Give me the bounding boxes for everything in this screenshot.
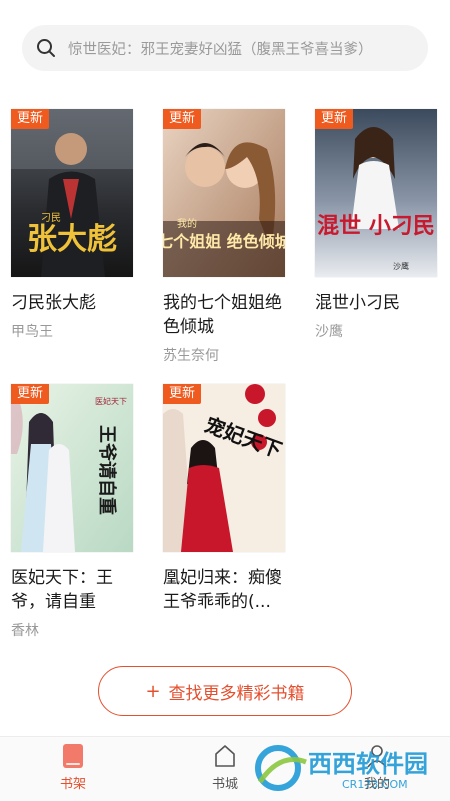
book-card[interactable]: 张大彪 刁民 更新 刁民张大彪 甲鸟王 [11, 109, 135, 341]
book-cover-image: 宠妃天下 [163, 384, 285, 552]
book-title: 刁民张大彪 [11, 293, 96, 313]
search-icon [37, 39, 55, 57]
book-author: 苏生奈何 [163, 348, 219, 364]
update-badge: 更新 [315, 109, 354, 129]
search-bar[interactable]: 惊世医妃：邪王宠妻好凶猛（腹黑王爷喜当爹） [22, 25, 428, 71]
book-cover-image: 混世 小刁民 沙鹰 [315, 109, 437, 277]
cover-subtitle-text: 刁民 [41, 212, 61, 224]
book-card[interactable]: 宠妃天下 更新 凰妃归来：痴傻王爷乖乖的(... [163, 384, 287, 614]
book-title: 医妃天下：王爷，请自重 [11, 568, 113, 612]
book-card[interactable]: 王爷请自重 医妃天下 更新 医妃天下：王爷，请自重 香林 [11, 384, 135, 640]
book-cover[interactable]: 七个姐姐 绝色倾城 我的 更新 [163, 109, 285, 277]
cover-title-text: 七个姐姐 绝色倾城 [163, 232, 285, 251]
book-cover-image: 七个姐姐 绝色倾城 我的 [163, 109, 285, 277]
find-more-label: 查找更多精彩书籍 [168, 683, 305, 704]
cover-title-text: 张大彪 [27, 222, 117, 257]
update-badge: 更新 [163, 109, 202, 129]
book-author: 甲鸟王 [11, 324, 53, 340]
cover-title-text: 王爷请自重 [96, 425, 118, 515]
bookshelf-icon [63, 744, 83, 768]
cover-subtitle-text: 沙鹰 [393, 261, 409, 271]
find-more-books-button[interactable]: + 查找更多精彩书籍 [98, 666, 352, 716]
tab-label: 书城 [211, 777, 238, 792]
watermark-brand: 西西软件园 [308, 750, 428, 778]
home-icon [215, 745, 235, 767]
cover-title-text: 混世 小刁民 [317, 214, 435, 239]
book-author: 沙鹰 [315, 324, 343, 340]
book-cover-image: 王爷请自重 医妃天下 [11, 384, 133, 552]
search-placeholder: 惊世医妃：邪王宠妻好凶猛（腹黑王爷喜当爹） [68, 41, 373, 58]
tab-label: 书架 [59, 777, 86, 792]
book-card[interactable]: 七个姐姐 绝色倾城 我的 更新 我的七个姐姐绝色倾城 苏生奈何 [163, 109, 287, 365]
book-title: 凰妃归来：痴傻王爷乖乖的(... [163, 568, 282, 612]
book-card[interactable]: 混世 小刁民 沙鹰 更新 混世小刁民 沙鹰 [315, 109, 439, 341]
book-title: 我的七个姐姐绝色倾城 [163, 293, 282, 337]
cover-subtitle-text: 我的 [177, 217, 197, 230]
watermark-url: CR173.COM [342, 778, 408, 791]
plus-icon: + [145, 680, 161, 702]
book-cover[interactable]: 混世 小刁民 沙鹰 更新 [315, 109, 437, 277]
update-badge: 更新 [11, 109, 50, 129]
watermark-logo: 西西软件园 CR173.COM [255, 745, 428, 791]
update-badge: 更新 [163, 384, 202, 404]
book-cover-image: 张大彪 刁民 [11, 109, 133, 277]
book-title: 混世小刁民 [315, 293, 400, 313]
tab-bookshelf[interactable]: 书架 [33, 743, 113, 792]
book-cover[interactable]: 王爷请自重 医妃天下 更新 [11, 384, 133, 552]
update-badge: 更新 [11, 384, 50, 404]
book-author: 香林 [11, 623, 39, 639]
book-cover[interactable]: 宠妃天下 更新 [163, 384, 285, 552]
cover-subtitle-text: 医妃天下 [95, 396, 127, 406]
book-cover[interactable]: 张大彪 刁民 更新 [11, 109, 133, 277]
